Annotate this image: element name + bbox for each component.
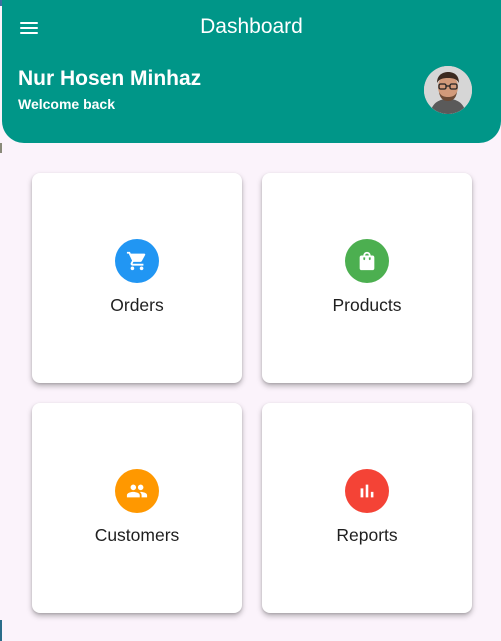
shopping-bag-icon bbox=[359, 251, 375, 271]
card-products[interactable]: Products bbox=[262, 173, 472, 383]
page-title: Dashboard bbox=[200, 15, 303, 38]
left-edge-mark bbox=[0, 620, 2, 641]
reports-icon-badge bbox=[345, 469, 389, 513]
card-label: Orders bbox=[110, 295, 164, 315]
orders-icon-badge bbox=[115, 239, 159, 283]
shopping-cart-icon bbox=[126, 251, 146, 271]
card-reports[interactable]: Reports bbox=[262, 403, 472, 613]
people-icon bbox=[126, 484, 148, 498]
card-label: Reports bbox=[336, 525, 398, 545]
card-label: Customers bbox=[94, 525, 180, 545]
products-icon-badge bbox=[345, 239, 389, 283]
card-label: Products bbox=[332, 295, 402, 315]
welcome-text: Welcome back bbox=[18, 96, 116, 112]
customers-icon-badge bbox=[115, 469, 159, 513]
bar-chart-icon bbox=[360, 484, 374, 498]
card-customers[interactable]: Customers bbox=[32, 403, 242, 613]
user-name: Nur Hosen Minhaz bbox=[18, 67, 202, 90]
left-edge-mark bbox=[0, 143, 2, 153]
card-orders[interactable]: Orders bbox=[32, 173, 242, 383]
app-header: Dashboard Nur Hosen Minhaz Welcome back bbox=[2, 0, 501, 143]
avatar-image bbox=[424, 66, 472, 114]
avatar[interactable] bbox=[424, 66, 472, 114]
